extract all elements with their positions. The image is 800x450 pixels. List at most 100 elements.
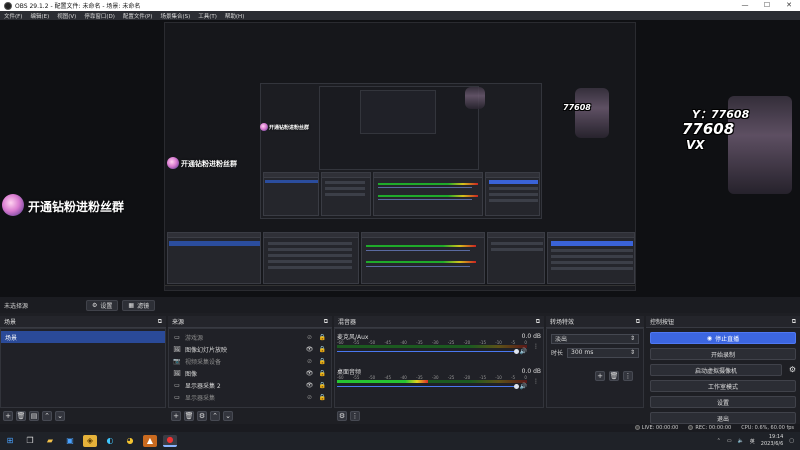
- transition-select[interactable]: 淡出 ⇕: [551, 333, 639, 344]
- virtual-camera-settings-gear-icon[interactable]: ⚙: [789, 365, 796, 374]
- monitor-icon: ▭: [174, 381, 180, 389]
- volume-slider[interactable]: 🔊: [337, 383, 527, 390]
- settings-button[interactable]: 设置: [650, 396, 796, 408]
- speaker-icon[interactable]: 🔊: [520, 383, 527, 390]
- add-transition-button[interactable]: +: [595, 371, 605, 381]
- input-method-icon[interactable]: 英: [750, 438, 755, 445]
- promo-text: 开通钻粉进粉丝群: [28, 200, 125, 214]
- visibility-eye-icon[interactable]: 👁: [305, 382, 314, 389]
- image-icon: 🖼: [173, 369, 181, 377]
- nested-scenes-panel-l1: [167, 232, 261, 284]
- network-icon[interactable]: ▭: [727, 438, 732, 444]
- start-recording-button[interactable]: 开始录制: [650, 348, 796, 360]
- scenes-dock: 场景 ⧉ 场景 + 🗑 ▤ ⌃ ⌄: [0, 316, 166, 424]
- visibility-hidden-icon[interactable]: ⊘: [305, 394, 314, 401]
- move-source-down-button[interactable]: ⌄: [223, 411, 233, 421]
- volume-slider[interactable]: 🔊: [337, 348, 527, 355]
- nested-sources-panel: [321, 172, 371, 216]
- chrome-browser-icon[interactable]: ◕: [123, 435, 137, 447]
- menu-edit[interactable]: 编辑(E): [26, 12, 53, 20]
- volume-icon[interactable]: 🔈: [738, 438, 744, 444]
- scene-item[interactable]: 场景: [1, 331, 165, 343]
- clock[interactable]: 19:14 2023/6/6: [761, 434, 783, 448]
- tray-chevron-icon[interactable]: ⌃: [717, 438, 721, 444]
- move-source-up-button[interactable]: ⌃: [210, 411, 220, 421]
- task-view-icon[interactable]: ❐: [23, 435, 37, 447]
- menu-file[interactable]: 文件(F): [0, 12, 26, 20]
- menu-view[interactable]: 视图(V): [53, 12, 80, 20]
- lock-icon[interactable]: 🔒: [318, 382, 327, 389]
- visibility-eye-icon[interactable]: 👁: [305, 346, 314, 353]
- speaker-icon[interactable]: 🔊: [520, 348, 527, 355]
- channel-db: 0.0 dB: [521, 332, 541, 340]
- scene-filters-button[interactable]: ▤: [29, 411, 39, 421]
- undock-icon[interactable]: ⧉: [792, 318, 796, 326]
- source-item[interactable]: ▭ 显示器采集 ⊘ 🔒: [169, 391, 331, 403]
- promo-badge-icon-l2: [260, 123, 268, 131]
- visibility-hidden-icon[interactable]: ⊘: [305, 334, 314, 341]
- minimize-button[interactable]: —: [734, 0, 756, 11]
- obs-taskbar-icon[interactable]: ●: [163, 435, 177, 447]
- move-scene-up-button[interactable]: ⌃: [42, 411, 52, 421]
- remove-transition-button[interactable]: 🗑: [609, 371, 619, 381]
- transition-menu-icon[interactable]: ⋮: [623, 371, 633, 381]
- undock-icon[interactable]: ⧉: [536, 318, 540, 326]
- windows-start-icon[interactable]: ⊞: [3, 435, 17, 447]
- undock-icon[interactable]: ⧉: [636, 318, 640, 326]
- scenes-title: 场景: [4, 319, 17, 326]
- channel-menu-icon[interactable]: ⋮: [533, 343, 539, 350]
- add-scene-button[interactable]: +: [3, 411, 13, 421]
- source-properties-button[interactable]: ⚙: [197, 411, 207, 421]
- menu-docks[interactable]: 停靠窗口(D): [80, 12, 119, 20]
- source-item[interactable]: 🖼 图像 👁 🔒: [169, 367, 331, 379]
- nested-taskbar: [165, 285, 635, 290]
- window-controls: — ☐ ✕: [734, 0, 800, 11]
- desktop-app-icon[interactable]: ▣: [63, 435, 77, 447]
- slider-knob[interactable]: [514, 349, 519, 354]
- properties-button[interactable]: ⚙ 设置: [86, 299, 119, 311]
- lock-icon[interactable]: 🔒: [318, 346, 327, 353]
- move-scene-down-button[interactable]: ⌄: [55, 411, 65, 421]
- stop-streaming-button[interactable]: ◉ 停止直播: [650, 332, 796, 344]
- filter-icon: ▦: [128, 301, 135, 309]
- filters-button[interactable]: ▦ 滤镜: [122, 299, 156, 311]
- maximize-button[interactable]: ☐: [756, 0, 778, 11]
- edge-browser-icon[interactable]: ◐: [103, 435, 117, 447]
- channel-menu-icon[interactable]: ⋮: [533, 378, 539, 385]
- source-name: 游戏源: [185, 334, 204, 342]
- sources-title: 来源: [172, 319, 185, 326]
- menu-profile[interactable]: 配置文件(P): [119, 12, 157, 20]
- slider-knob[interactable]: [514, 384, 519, 389]
- exit-button[interactable]: 退出: [650, 412, 796, 424]
- source-item[interactable]: 📷 视频采集设备 ⊘ 🔒: [169, 355, 331, 367]
- undock-icon[interactable]: ⧉: [324, 318, 328, 326]
- duration-spinbox[interactable]: 300 ms ⇕: [567, 347, 639, 358]
- menu-scene-collection[interactable]: 场景集合(S): [156, 12, 194, 20]
- source-item[interactable]: 🖼 图像幻灯片放映 👁 🔒: [169, 343, 331, 355]
- app-icon[interactable]: ▲: [143, 435, 157, 447]
- lock-icon[interactable]: 🔒: [318, 370, 327, 377]
- source-item[interactable]: ▭ 游戏源 ⊘ 🔒: [169, 331, 331, 343]
- studio-mode-button[interactable]: 工作室模式: [650, 380, 796, 392]
- file-explorer-icon[interactable]: ▰: [43, 435, 57, 447]
- game-app-icon[interactable]: ◈: [83, 435, 97, 447]
- preview-canvas[interactable]: 开通钻粉进粉丝群 开通钻粉进粉丝群 77608 开通钻粉进粉丝群 Y：77608…: [0, 20, 800, 297]
- menu-help[interactable]: 帮助(H): [221, 12, 248, 20]
- notifications-icon[interactable]: ▢: [789, 438, 794, 444]
- visibility-eye-icon[interactable]: 👁: [305, 370, 314, 377]
- undock-icon[interactable]: ⧉: [158, 318, 162, 326]
- source-item[interactable]: ▭ 显示器采集 2 👁 🔒: [169, 379, 331, 391]
- nested-transitions-panel-l1: [487, 232, 545, 284]
- visibility-hidden-icon[interactable]: ⊘: [305, 358, 314, 365]
- menu-tools[interactable]: 工具(T): [194, 12, 221, 20]
- remove-scene-button[interactable]: 🗑: [16, 411, 26, 421]
- start-virtual-camera-button[interactable]: 启动虚拟摄像机: [650, 364, 782, 376]
- remove-source-button[interactable]: 🗑: [184, 411, 194, 421]
- mixer-menu-icon[interactable]: ⋮: [350, 411, 360, 421]
- lock-icon[interactable]: 🔒: [318, 334, 327, 341]
- add-source-button[interactable]: +: [171, 411, 181, 421]
- lock-icon[interactable]: 🔒: [318, 394, 327, 401]
- advanced-audio-gear-icon[interactable]: ⚙: [337, 411, 347, 421]
- close-button[interactable]: ✕: [778, 0, 800, 11]
- lock-icon[interactable]: 🔒: [318, 358, 327, 365]
